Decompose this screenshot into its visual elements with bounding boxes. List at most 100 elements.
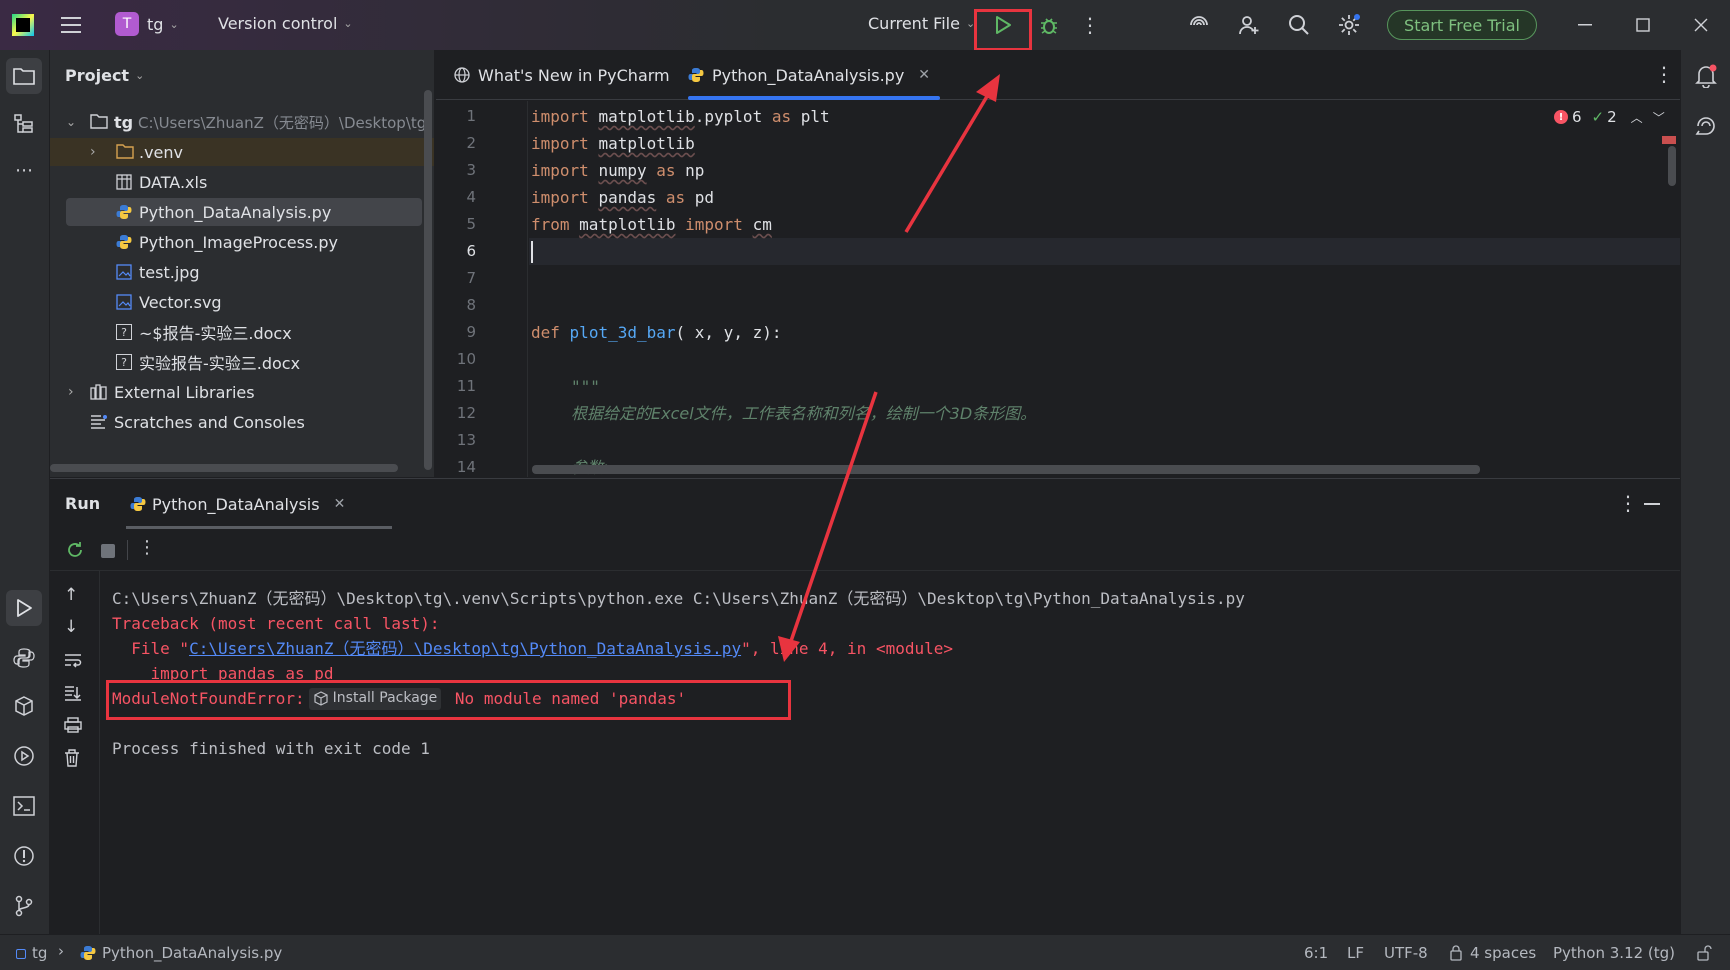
tree-item-external-libraries[interactable]: › External Libraries bbox=[50, 378, 434, 406]
tab-options-icon[interactable]: ⋮ bbox=[1654, 62, 1674, 86]
editor-horizontal-scrollbar[interactable] bbox=[532, 465, 1480, 474]
breadcrumb-project[interactable]: tg bbox=[32, 944, 47, 962]
breadcrumb-file[interactable]: Python_DataAnalysis.py bbox=[102, 944, 282, 962]
main-menu-icon[interactable] bbox=[60, 14, 84, 36]
module-name: matplotlib bbox=[579, 215, 676, 234]
print-icon[interactable] bbox=[64, 717, 82, 733]
tab-python-dataanalysis[interactable]: Python_DataAnalysis.py ✕ bbox=[688, 50, 930, 100]
keyword: import bbox=[531, 188, 589, 207]
code-area[interactable]: import matplotlib.pyplot as plt import m… bbox=[436, 101, 1680, 477]
scroll-up-icon[interactable]: ↑ bbox=[64, 585, 78, 605]
scroll-down-icon[interactable]: ↓ bbox=[64, 617, 78, 637]
line-separator[interactable]: LF bbox=[1347, 944, 1364, 962]
warning-count: 2 bbox=[1607, 108, 1617, 126]
chevron-down-icon: ⌄ bbox=[135, 69, 145, 82]
tree-item-scratches[interactable]: Scratches and Consoles bbox=[50, 408, 434, 436]
indent-setting[interactable]: 4 spaces bbox=[1470, 944, 1536, 962]
indent-icon bbox=[1448, 945, 1464, 961]
image-file-icon bbox=[116, 264, 132, 280]
tree-item-venv[interactable]: › .venv bbox=[50, 138, 434, 166]
search-icon[interactable] bbox=[1286, 12, 1312, 38]
tree-item-report[interactable]: ? 实验报告-实验三.docx bbox=[50, 348, 434, 376]
run-options-icon[interactable]: ⋮ bbox=[1618, 491, 1638, 515]
version-control-widget[interactable]: Version control ⌄ bbox=[218, 14, 353, 33]
python-console-icon[interactable] bbox=[8, 690, 40, 722]
more-tools-icon[interactable]: ⋯ bbox=[8, 154, 40, 186]
pycharm-logo-icon[interactable] bbox=[12, 14, 34, 36]
tree-item-python-dataanalysis[interactable]: Python_DataAnalysis.py bbox=[66, 198, 422, 226]
more-actions-icon[interactable]: ⋮ bbox=[1080, 13, 1100, 37]
python-packages-icon[interactable] bbox=[8, 642, 40, 674]
run-config-label: Current File bbox=[868, 14, 960, 33]
error-stripe-marker[interactable] bbox=[1662, 136, 1676, 144]
project-panel-header[interactable]: Project ⌄ bbox=[65, 66, 144, 85]
stop-icon[interactable] bbox=[101, 544, 115, 558]
chevron-down-icon[interactable]: ﹀ bbox=[1653, 109, 1665, 126]
close-tab-icon[interactable]: ✕ bbox=[334, 496, 346, 512]
code-line-3: import numpy as np bbox=[531, 157, 704, 184]
tree-root-tg[interactable]: ⌄ tg C:\Users\ZhuanZ（无密码）\Desktop\tg bbox=[50, 108, 434, 136]
notifications-bell-icon[interactable] bbox=[1690, 60, 1722, 92]
file-encoding[interactable]: UTF-8 bbox=[1384, 944, 1428, 962]
vertical-scrollbar[interactable] bbox=[424, 90, 432, 470]
unknown-file-icon: ? bbox=[116, 354, 132, 370]
minimize-window-icon[interactable] bbox=[1572, 12, 1598, 38]
run-tab[interactable]: Python_DataAnalysis ✕ bbox=[130, 479, 345, 529]
problems-icon[interactable] bbox=[8, 840, 40, 872]
services-icon[interactable] bbox=[8, 740, 40, 772]
start-free-trial-button[interactable]: Start Free Trial bbox=[1387, 10, 1537, 40]
annotation-box-error bbox=[106, 680, 791, 720]
ai-assistant-icon[interactable] bbox=[1186, 12, 1212, 38]
run-tool-icon[interactable] bbox=[6, 590, 42, 626]
more-options-icon[interactable]: ⋮ bbox=[138, 537, 156, 558]
maximize-window-icon[interactable] bbox=[1630, 12, 1656, 38]
module-name: numpy bbox=[598, 161, 647, 180]
trash-icon[interactable] bbox=[64, 749, 80, 767]
annotation-box-run bbox=[974, 9, 1032, 51]
terminal-icon[interactable] bbox=[8, 790, 40, 822]
run-toolbar: ⋮ bbox=[50, 529, 1680, 571]
settings-gear-icon[interactable] bbox=[1336, 12, 1362, 38]
editor-vertical-scrollbar[interactable] bbox=[1668, 146, 1676, 186]
soft-wrap-icon[interactable] bbox=[64, 653, 82, 669]
console-output[interactable]: C:\Users\ZhuanZ（无密码）\Desktop\tg\.venv\Sc… bbox=[100, 571, 1680, 935]
caret-position[interactable]: 6:1 bbox=[1304, 944, 1328, 962]
rerun-icon[interactable] bbox=[64, 539, 86, 561]
project-widget[interactable]: T tg ⌄ bbox=[115, 12, 179, 36]
structure-icon[interactable] bbox=[8, 108, 40, 140]
horizontal-scrollbar[interactable] bbox=[50, 464, 398, 472]
tab-whats-new[interactable]: What's New in PyCharm bbox=[454, 50, 670, 100]
close-window-icon[interactable] bbox=[1688, 12, 1714, 38]
lock-icon[interactable] bbox=[1696, 945, 1712, 961]
active-tab-indicator bbox=[688, 96, 940, 100]
code-text: np bbox=[685, 161, 705, 180]
file-link[interactable]: C:\Users\ZhuanZ（无密码）\Desktop\tg\Python_D… bbox=[189, 639, 741, 658]
tree-root-name: tg bbox=[114, 112, 134, 132]
run-tab-label: Python_DataAnalysis bbox=[152, 494, 320, 514]
chevron-right-icon: › bbox=[68, 384, 74, 400]
add-user-icon[interactable] bbox=[1236, 12, 1262, 38]
tree-item-vector-svg[interactable]: Vector.svg bbox=[50, 288, 434, 316]
tree-item-label: External Libraries bbox=[114, 382, 255, 402]
project-folder-icon[interactable] bbox=[6, 58, 42, 94]
tree-item-temp-report[interactable]: ? ~$报告-实验三.docx bbox=[50, 318, 434, 346]
chevron-up-icon[interactable]: ︿ bbox=[1631, 109, 1643, 126]
tree-item-test-jpg[interactable]: test.jpg bbox=[50, 258, 434, 286]
tree-item-label: Python_DataAnalysis.py bbox=[139, 202, 332, 222]
ai-chat-icon[interactable] bbox=[1690, 110, 1722, 142]
run-config-selector[interactable]: Current File ⌄ bbox=[868, 14, 975, 33]
console-side-toolbar: ↑ ↓ bbox=[50, 571, 100, 935]
keyword: import bbox=[531, 107, 589, 126]
image-file-icon bbox=[116, 294, 132, 310]
python-file-icon bbox=[688, 67, 704, 83]
run-toolbar-separator bbox=[127, 540, 128, 560]
debug-bug-icon[interactable] bbox=[1036, 12, 1062, 38]
inspection-widget[interactable]: ! 6 ✓ 2 ︿ ﹀ bbox=[1554, 108, 1665, 126]
python-interpreter[interactable]: Python 3.12 (tg) bbox=[1553, 944, 1675, 962]
tree-item-data-xls[interactable]: DATA.xls bbox=[50, 168, 434, 196]
hide-panel-icon[interactable] bbox=[1644, 503, 1660, 505]
close-tab-icon[interactable]: ✕ bbox=[918, 67, 930, 83]
scroll-to-end-icon[interactable] bbox=[64, 685, 82, 701]
git-branch-icon[interactable] bbox=[8, 890, 40, 922]
tree-item-python-imageprocess[interactable]: Python_ImageProcess.py bbox=[50, 228, 434, 256]
